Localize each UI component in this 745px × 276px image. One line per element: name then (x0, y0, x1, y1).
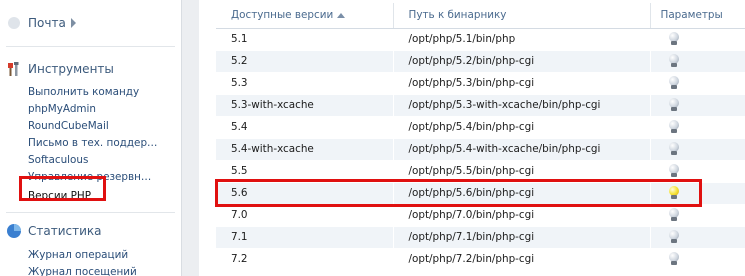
column-header-path-label: Путь к бинарнику (408, 9, 507, 22)
table-row[interactable]: 7.0 /opt/php/7.0/bin/php-cgi (216, 204, 745, 227)
table-row[interactable]: 5.3 /opt/php/5.3/bin/php-cgi (216, 72, 745, 95)
sidebar-divider (6, 46, 175, 47)
path-cell: /opt/php/5.4/bin/php-cgi (393, 116, 651, 139)
version-cell: 7.1 (216, 226, 394, 249)
path-cell: /opt/php/5.3-with-xcache/bin/php-cgi (393, 94, 651, 117)
mail-section-icon (6, 15, 22, 31)
path-cell: /opt/php/5.1/bin/php (393, 28, 651, 51)
params-cell (650, 116, 745, 139)
path-cell: /opt/php/5.6/bin/php-cgi (393, 182, 651, 205)
path-cell: /opt/php/7.2/bin/php-cgi (393, 248, 651, 271)
chevron-right-icon[interactable] (70, 18, 76, 28)
lightbulb-icon[interactable] (668, 98, 679, 112)
version-cell: 5.6 (216, 182, 394, 205)
lightbulb-icon[interactable] (668, 120, 679, 134)
table-row[interactable]: 5.5 /opt/php/5.5/bin/php-cgi (216, 160, 745, 183)
lightbulb-icon[interactable] (668, 164, 679, 178)
params-cell (650, 28, 745, 51)
sidebar-item-operations-log[interactable]: Журнал операций (0, 247, 181, 264)
path-cell: /opt/php/7.1/bin/php-cgi (393, 226, 651, 249)
table-row[interactable]: 5.2 /opt/php/5.2/bin/php-cgi (216, 50, 745, 73)
path-cell: /opt/php/5.3/bin/php-cgi (393, 72, 651, 95)
app-window: Почта Инструменты Выполнить команду phpM… (0, 0, 745, 276)
sidebar-item-backup-management[interactable]: Управление резервн… (0, 169, 181, 186)
path-cell: /opt/php/7.0/bin/php-cgi (393, 204, 651, 227)
column-header-params-label: Параметры (660, 9, 723, 22)
version-cell: 5.5 (216, 160, 394, 183)
lightbulb-active-icon[interactable] (668, 186, 679, 200)
lightbulb-icon[interactable] (668, 142, 679, 156)
params-cell (650, 138, 745, 161)
sidebar-section-stats-label: Статистика (28, 224, 102, 238)
sidebar-item-run-command[interactable]: Выполнить команду (0, 84, 181, 101)
lightbulb-icon[interactable] (668, 230, 679, 244)
sidebar-divider (6, 212, 175, 213)
version-cell: 5.4-with-xcache (216, 138, 394, 161)
path-cell: /opt/php/5.2/bin/php-cgi (393, 50, 651, 73)
column-header-params[interactable]: Параметры (650, 3, 745, 29)
params-cell (650, 226, 745, 249)
params-cell (650, 248, 745, 271)
version-cell: 5.3-with-xcache (216, 94, 394, 117)
lightbulb-icon[interactable] (668, 76, 679, 90)
column-header-path[interactable]: Путь к бинарнику (393, 3, 651, 29)
table-row-selected[interactable]: 5.6 /opt/php/5.6/bin/php-cgi (216, 182, 745, 205)
php-versions-table: Доступные версии Путь к бинарнику Параме… (216, 3, 745, 271)
version-cell: 7.0 (216, 204, 394, 227)
sidebar-item-phpmyadmin[interactable]: phpMyAdmin (0, 101, 181, 118)
tools-icon (6, 61, 22, 77)
sidebar-section-mail-label: Почта (28, 16, 66, 30)
table-row[interactable]: 7.1 /opt/php/7.1/bin/php-cgi (216, 226, 745, 249)
table-row[interactable]: 5.1 /opt/php/5.1/bin/php (216, 28, 745, 51)
table-row[interactable]: 5.4-with-xcache /opt/php/5.4-with-xcache… (216, 138, 745, 161)
sidebar-item-support-letter[interactable]: Письмо в тех. поддер… (0, 135, 181, 152)
sidebar-section-stats[interactable]: Статистика (0, 218, 181, 244)
version-cell: 5.2 (216, 50, 394, 73)
sort-ascending-icon (337, 12, 346, 18)
path-cell: /opt/php/5.4-with-xcache/bin/php-cgi (393, 138, 651, 161)
version-cell: 5.1 (216, 28, 394, 51)
sidebar-section-tools[interactable]: Инструменты (0, 56, 181, 82)
pie-chart-icon (6, 223, 22, 239)
version-cell: 5.3 (216, 72, 394, 95)
lightbulb-icon[interactable] (668, 54, 679, 68)
params-cell (650, 50, 745, 73)
version-cell: 7.2 (216, 248, 394, 271)
version-cell: 5.4 (216, 116, 394, 139)
params-cell (650, 204, 745, 227)
sidebar-item-roundcubemail[interactable]: RoundCubeMail (0, 118, 181, 135)
lightbulb-icon[interactable] (668, 208, 679, 222)
path-cell: /opt/php/5.5/bin/php-cgi (393, 160, 651, 183)
params-cell (650, 182, 745, 205)
sidebar-splitter[interactable] (181, 0, 199, 276)
column-header-version-label: Доступные версии (231, 9, 334, 22)
table-header-row: Доступные версии Путь к бинарнику Параме… (216, 3, 745, 29)
params-cell (650, 94, 745, 117)
sidebar-item-visits-log[interactable]: Журнал посещений (0, 264, 181, 276)
table-row[interactable]: 7.2 /opt/php/7.2/bin/php-cgi (216, 248, 745, 271)
params-cell (650, 160, 745, 183)
sidebar-section-tools-label: Инструменты (28, 62, 114, 76)
sidebar-section-mail[interactable]: Почта (0, 10, 181, 36)
params-cell (650, 72, 745, 95)
sidebar: Почта Инструменты Выполнить команду phpM… (0, 0, 181, 276)
column-header-version[interactable]: Доступные версии (216, 3, 394, 29)
table-row[interactable]: 5.4 /opt/php/5.4/bin/php-cgi (216, 116, 745, 139)
lightbulb-icon[interactable] (668, 32, 679, 46)
sidebar-item-php-versions[interactable]: Версии PHP (0, 188, 181, 205)
sidebar-item-softaculous[interactable]: Softaculous (0, 152, 181, 169)
lightbulb-icon[interactable] (668, 252, 679, 266)
table-row[interactable]: 5.3-with-xcache /opt/php/5.3-with-xcache… (216, 94, 745, 117)
